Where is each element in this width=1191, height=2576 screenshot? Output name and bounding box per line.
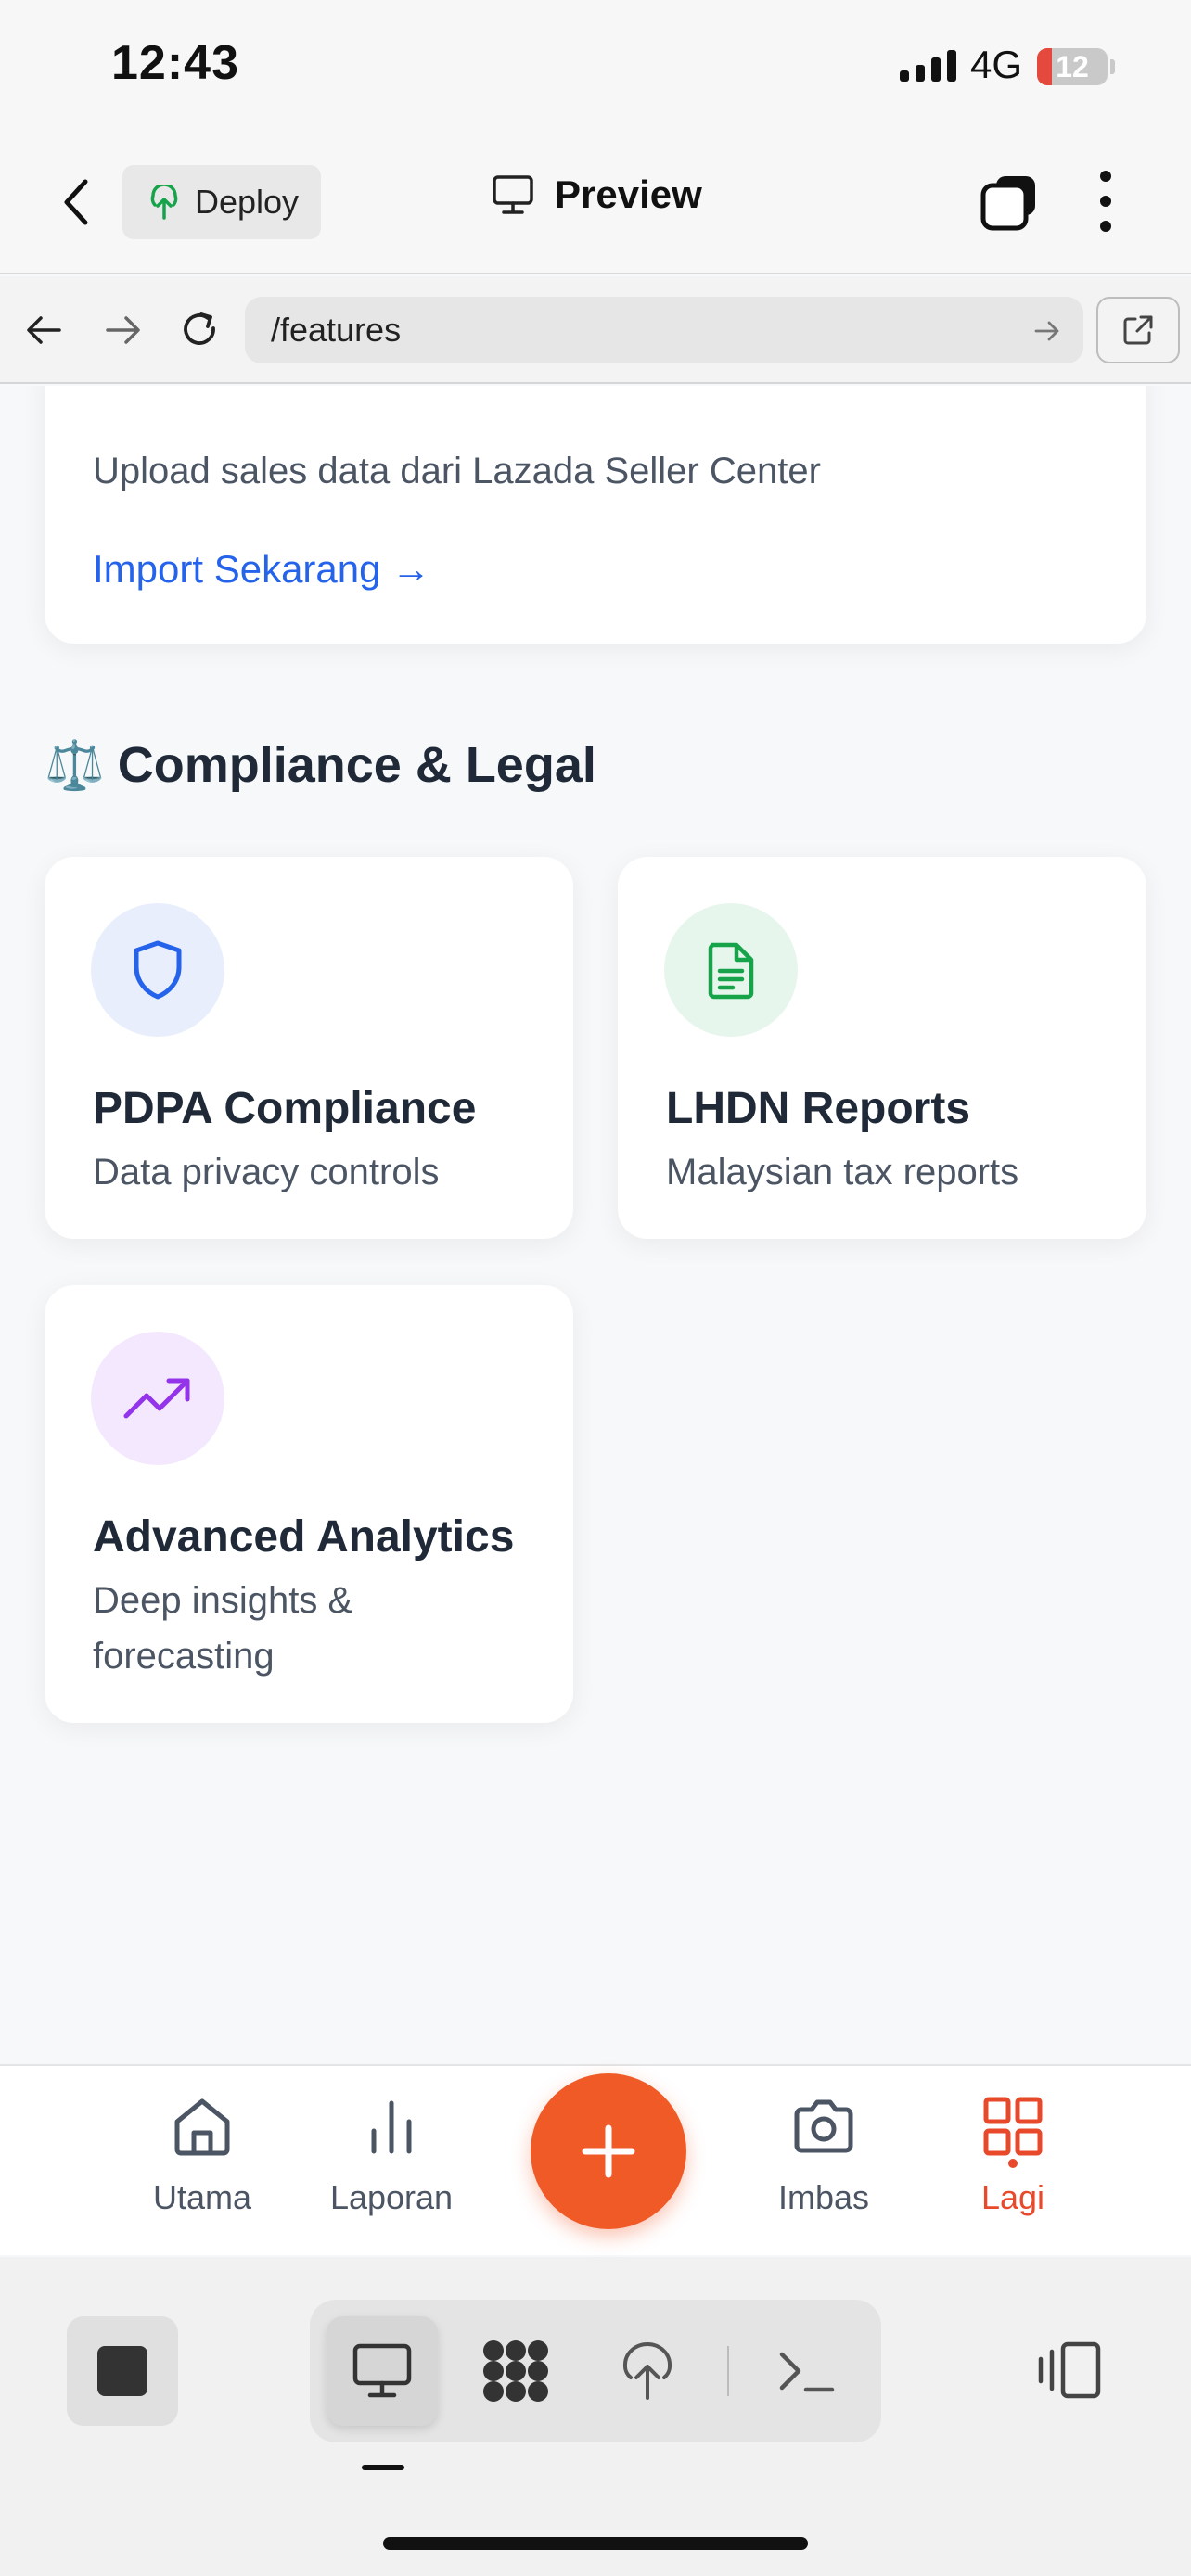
- split-view-button[interactable]: [1031, 2333, 1106, 2407]
- dev-toolbar: [0, 2257, 1191, 2576]
- import-description: Upload sales data dari Lazada Seller Cen…: [93, 451, 821, 491]
- battery-nub: [1110, 59, 1115, 74]
- feature-card-pdpa[interactable]: PDPA Compliance Data privacy controls: [45, 857, 573, 1239]
- deploy-tool-button[interactable]: [592, 2316, 703, 2426]
- feature-title: LHDN Reports: [666, 1084, 971, 1133]
- tab-laporan[interactable]: Laporan: [308, 2094, 475, 2217]
- tab-label: Laporan: [329, 2178, 454, 2216]
- workspace-tool-button[interactable]: [460, 2316, 571, 2426]
- preview-label: Preview: [555, 172, 702, 216]
- back-button[interactable]: [58, 176, 98, 228]
- deploy-icon: [150, 185, 178, 220]
- workspace-icon: [483, 2340, 548, 2402]
- trending-up-icon: [123, 1378, 190, 1419]
- more-options-icon[interactable]: [1095, 171, 1117, 232]
- browser-forward-icon[interactable]: [98, 306, 147, 354]
- feature-card-analytics[interactable]: Advanced Analytics Deep insights & forec…: [45, 1285, 573, 1723]
- home-indicator: [383, 2537, 808, 2550]
- url-field[interactable]: /features: [245, 297, 1083, 363]
- status-time: 12:43: [111, 36, 239, 90]
- tabs-icon: [980, 176, 1035, 231]
- stop-button[interactable]: [67, 2316, 178, 2426]
- active-tab-indicator: [1008, 2159, 1018, 2168]
- bar-chart-icon: [371, 2100, 412, 2154]
- feature-description: Deep insights & forecasting: [93, 1580, 353, 1677]
- open-external-button[interactable]: [1096, 297, 1180, 363]
- signal-icon: [900, 48, 957, 82]
- deploy-label: Deploy: [195, 183, 300, 221]
- scales-icon: ⚖️: [45, 737, 105, 794]
- split-view-icon: [1038, 2341, 1101, 2399]
- browser-back-icon[interactable]: [20, 306, 69, 354]
- page-content: Upload sales data dari Lazada Seller Cen…: [0, 386, 1191, 2064]
- chevron-left-icon: [64, 179, 88, 225]
- feature-description: Malaysian tax reports: [666, 1152, 1019, 1192]
- console-tool-button[interactable]: [751, 2316, 863, 2426]
- deploy-button[interactable]: Deploy: [122, 165, 321, 239]
- tab-lagi[interactable]: Lagi: [929, 2094, 1096, 2217]
- url-bar: /features: [0, 276, 1191, 384]
- section-title: Compliance & Legal: [117, 737, 596, 793]
- stop-icon: [97, 2346, 147, 2396]
- feature-card-lhdn[interactable]: LHDN Reports Malaysian tax reports: [618, 857, 1146, 1239]
- feature-icon-circle: [664, 903, 798, 1037]
- add-button[interactable]: [531, 2073, 686, 2229]
- active-tool-indicator: [362, 2465, 404, 2470]
- reload-icon[interactable]: [176, 306, 224, 354]
- shield-icon: [134, 940, 182, 1000]
- monitor-icon: [493, 175, 533, 214]
- feature-title: PDPA Compliance: [93, 1084, 477, 1133]
- import-now-link[interactable]: Import Sekarang →: [93, 547, 430, 592]
- status-bar: 12:43 4G 12: [0, 0, 1191, 130]
- battery-level: 12: [1056, 50, 1089, 83]
- tool-group: [310, 2300, 881, 2442]
- terminal-icon: [779, 2352, 835, 2392]
- feature-title: Advanced Analytics: [93, 1512, 515, 1562]
- tab-imbas[interactable]: Imbas: [740, 2094, 907, 2217]
- tool-divider: [727, 2346, 729, 2396]
- monitor-icon: [352, 2343, 412, 2398]
- network-type: 4G: [970, 43, 1023, 86]
- document-icon: [708, 942, 754, 1000]
- section-heading: ⚖️ Compliance & Legal: [45, 736, 596, 794]
- tab-label: Imbas: [777, 2178, 870, 2216]
- feature-icon-circle: [91, 903, 224, 1037]
- feature-description: Data privacy controls: [93, 1152, 440, 1192]
- feature-icon-circle: [91, 1332, 224, 1465]
- tab-label: Lagi: [980, 2178, 1045, 2216]
- home-icon: [174, 2098, 230, 2156]
- tab-label: Utama: [152, 2178, 252, 2216]
- app-header: Deploy Preview: [0, 130, 1191, 274]
- import-card: Upload sales data dari Lazada Seller Cen…: [45, 386, 1146, 644]
- external-link-icon: [1123, 315, 1153, 345]
- bottom-tab-bar: Utama Laporan Imbas Lagi: [0, 2064, 1191, 2255]
- url-text: /features: [271, 311, 402, 349]
- plus-icon: [582, 2124, 635, 2178]
- go-arrow-icon[interactable]: [1031, 315, 1063, 347]
- battery-icon: 12: [1037, 48, 1108, 85]
- deploy-icon: [622, 2342, 672, 2400]
- grid-icon: [983, 2097, 1043, 2156]
- tab-utama[interactable]: Utama: [119, 2094, 286, 2217]
- tabs-button[interactable]: [980, 172, 1039, 232]
- camera-icon: [794, 2099, 853, 2153]
- preview-title[interactable]: Preview: [492, 172, 702, 217]
- preview-tool-button[interactable]: [327, 2316, 438, 2426]
